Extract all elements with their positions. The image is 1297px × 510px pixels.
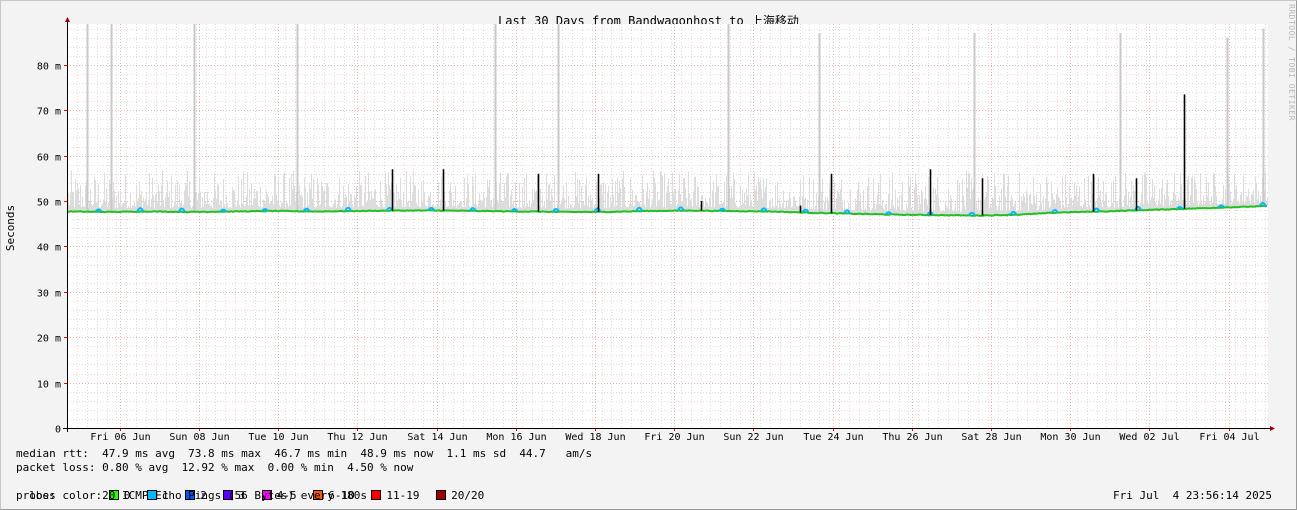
x-tick-label: Mon 30 Jun (1040, 432, 1100, 443)
y-tick-label: 60 m (37, 153, 61, 164)
y-tick-label: 70 m (37, 107, 61, 118)
x-tick-label: Tue 10 Jun (248, 432, 308, 443)
x-tick-label: Sun 08 Jun (169, 432, 229, 443)
y-tick-label: 50 m (37, 198, 61, 209)
x-tick-label: Fri 06 Jun (90, 432, 150, 443)
y-tick-label: 0 (55, 425, 61, 436)
x-tick-label: Fri 20 Jun (644, 432, 704, 443)
x-tick-label: Fri 04 Jul (1199, 432, 1259, 443)
y-tick-label: 80 m (37, 62, 61, 73)
loss-legend-item: 20/20 (429, 489, 484, 502)
x-tick-label: Sun 22 Jun (723, 432, 783, 443)
loss-legend-item: 11-19 (365, 489, 420, 502)
stats-median-rtt: median rtt: 47.9 ms avg 73.8 ms max 46.7… (16, 447, 593, 460)
y-tick-label: 40 m (37, 243, 61, 254)
y-tick-label: 20 m (37, 334, 61, 345)
loss-legend-swatch (371, 490, 382, 500)
x-tick-label: Sat 14 Jun (407, 432, 467, 443)
x-tick-label: Wed 18 Jun (565, 432, 625, 443)
x-tick-label: Mon 16 Jun (486, 432, 546, 443)
loss-legend-label: 11-19 (386, 489, 420, 502)
loss-legend-swatch (436, 490, 447, 500)
x-tick-label: Thu 26 Jun (882, 432, 942, 443)
loss-legend-label: 20/20 (451, 489, 485, 502)
x-tick-label: Tue 24 Jun (803, 432, 863, 443)
stats-probe: probe: 20 ICMP Echo Pings (56 Bytes) eve… (16, 489, 367, 502)
x-tick-label: Sat 28 Jun (961, 432, 1021, 443)
y-tick-label: 10 m (37, 380, 61, 391)
x-tick-label: Wed 02 Jul (1119, 432, 1179, 443)
stats-timestamp: Fri Jul 4 23:56:14 2025 (1113, 489, 1272, 502)
stats-packet-loss: packet loss: 0.80 % avg 12.92 % max 0.00… (16, 461, 414, 474)
y-axis-arrow (65, 17, 70, 22)
x-axis-arrow (1270, 426, 1275, 431)
y-tick-label: 30 m (37, 289, 61, 300)
x-tick-label: Thu 12 Jun (327, 432, 387, 443)
chart-plot: Fri 06 Jun Sun 08 Jun Tue 10 Jun Thu 12 Jun… (37, 17, 1275, 443)
